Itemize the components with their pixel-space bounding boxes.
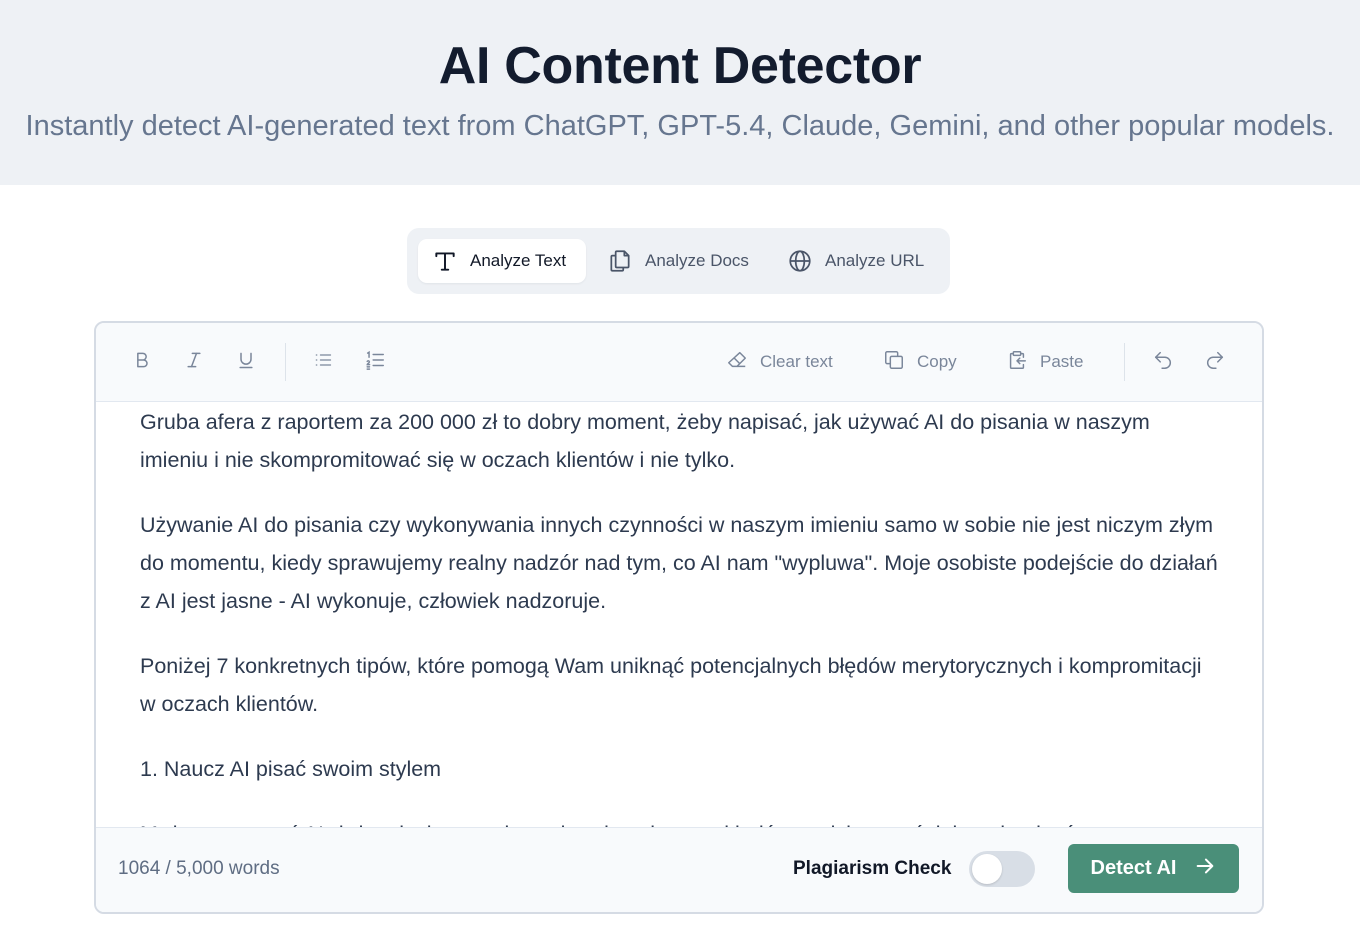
paragraph: Używanie AI do pisania czy wykonywania i… [140,513,1218,613]
hero-header: AI Content Detector Instantly detect AI-… [0,0,1360,185]
plagiarism-check-toggle[interactable] [969,851,1035,887]
paste-label: Paste [1040,352,1084,371]
paste-icon [1006,349,1028,376]
italic-button[interactable] [180,345,208,379]
copy-label: Copy [917,352,957,371]
clear-text-label: Clear text [760,352,833,371]
numbered-list-button[interactable] [361,345,389,379]
toolbar-divider [285,343,286,381]
page-title: AI Content Detector [438,37,922,95]
tab-analyze-text[interactable]: Analyze Text [418,239,586,283]
copy-button[interactable]: Copy [883,345,957,379]
text-editor: Clear text Copy Paste Gruba afera z rapo… [94,321,1264,914]
tab-label: Analyze Docs [645,251,749,270]
paragraph: Gruba afera z raportem za 200 000 zł to … [140,410,1150,472]
tab-analyze-url[interactable]: Analyze URL [773,239,939,283]
toggle-knob [972,854,1002,884]
numbered-list-icon [364,349,386,376]
detect-ai-button[interactable]: Detect AI [1068,844,1239,893]
paragraph: Poniżej 7 konkretnych tipów, które pomog… [140,654,1202,716]
clear-text-button[interactable]: Clear text [726,345,833,379]
documents-icon [607,248,633,274]
editor-footer: 1064 / 5,000 words Plagiarism Check Dete… [96,827,1262,912]
text-input-area[interactable]: Gruba afera z raportem za 200 000 zł to … [96,403,1262,829]
bold-icon [132,350,152,375]
undo-button[interactable] [1149,345,1177,379]
word-count: 1064 / 5,000 words [118,858,280,879]
tab-analyze-docs[interactable]: Analyze Docs [593,239,765,283]
redo-icon [1204,349,1226,376]
bullet-list-icon [312,350,334,375]
redo-button[interactable] [1201,345,1229,379]
analysis-mode-tabs: Analyze Text Analyze Docs Analyze URL [407,228,950,294]
bold-button[interactable] [128,345,156,379]
detect-ai-label: Detect AI [1090,857,1177,879]
italic-icon [184,350,204,375]
tab-label: Analyze Text [470,251,567,270]
tab-label: Analyze URL [825,251,925,270]
toolbar-divider [1124,343,1125,381]
undo-icon [1152,349,1174,376]
underline-button[interactable] [232,345,260,379]
text-icon [432,248,458,274]
paragraph: 1. Naucz AI pisać swoim stylem [140,757,442,781]
underline-icon [236,350,256,375]
copy-icon [883,349,905,376]
globe-icon [787,248,813,274]
paste-button[interactable]: Paste [1006,345,1083,379]
bullet-list-button[interactable] [309,345,337,379]
editor-toolbar: Clear text Copy Paste [96,323,1262,402]
plagiarism-check-label: Plagiarism Check [793,858,952,879]
page-subtitle: Instantly detect AI-generated text from … [25,110,1335,142]
arrow-right-icon [1194,855,1216,883]
eraser-icon [726,349,748,376]
